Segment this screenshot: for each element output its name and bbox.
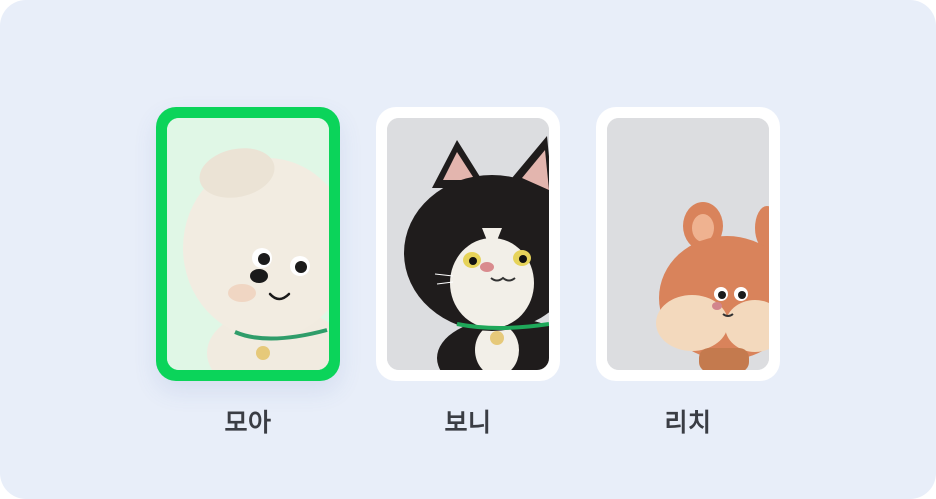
- character-name-boni: 보니: [444, 408, 492, 437]
- character-selector-panel: 모아 보니 리치: [0, 0, 936, 499]
- character-name-richi: 리치: [664, 408, 712, 437]
- richi-fox-avatar: [607, 118, 769, 370]
- character-card-moa[interactable]: [156, 107, 340, 381]
- boni-cat-avatar: [387, 118, 549, 370]
- character-card-boni[interactable]: [376, 107, 560, 381]
- character-name-moa: 모아: [224, 408, 272, 437]
- character-card-richi[interactable]: [596, 107, 780, 381]
- moa-puppy-avatar: [167, 118, 329, 370]
